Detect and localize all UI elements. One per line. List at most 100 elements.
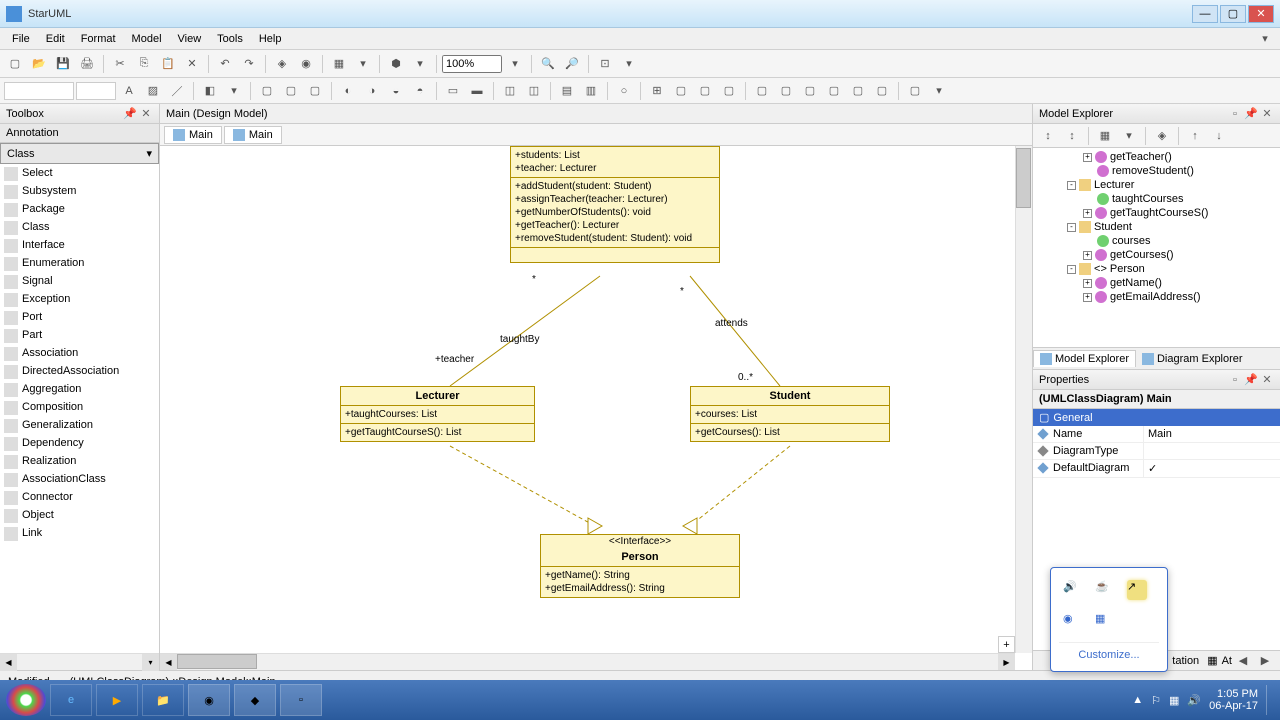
tool-enumeration[interactable]: Enumeration — [0, 254, 159, 272]
expand-icon[interactable]: - — [1067, 265, 1076, 274]
tree-item[interactable]: +getName() — [1035, 276, 1278, 290]
tree-item[interactable]: -Student — [1035, 220, 1278, 234]
tool-icon[interactable]: ◈ — [271, 53, 293, 75]
expand-icon[interactable]: + — [1083, 293, 1092, 302]
task-staruml[interactable]: ◆ — [234, 684, 276, 716]
prop-row[interactable]: DefaultDiagram✓ — [1033, 460, 1280, 478]
panel-btn1-icon[interactable]: ▫ — [1228, 107, 1242, 121]
class-person[interactable]: <<Interface>> Person +getName(): String … — [540, 534, 740, 598]
tool-composition[interactable]: Composition — [0, 398, 159, 416]
tray-vol-icon[interactable]: 🔊 — [1187, 694, 1201, 707]
menu-file[interactable]: File — [4, 30, 38, 48]
filter-dd-icon[interactable]: ▾ — [1118, 125, 1140, 147]
tool-dependency[interactable]: Dependency — [0, 434, 159, 452]
t24-icon[interactable]: ▢ — [871, 80, 893, 102]
tree-item[interactable]: +getEmailAddress() — [1035, 290, 1278, 304]
tool-generalization[interactable]: Generalization — [0, 416, 159, 434]
tool-port[interactable]: Port — [0, 308, 159, 326]
t20-icon[interactable]: ▢ — [775, 80, 797, 102]
t17-icon[interactable]: ▢ — [694, 80, 716, 102]
close-panel-icon[interactable]: ✕ — [139, 107, 153, 121]
tab-icon[interactable]: ▦ — [1207, 654, 1217, 667]
popup-rec-icon[interactable]: ◉ — [1063, 612, 1083, 632]
menu-tools[interactable]: Tools — [209, 30, 251, 48]
tray-date[interactable]: 06-Apr-17 — [1209, 700, 1258, 712]
cut-icon[interactable]: ✂ — [109, 53, 131, 75]
class-top[interactable]: +students: List +teacher: Lecturer +addS… — [510, 146, 720, 263]
task-chrome[interactable]: ◉ — [188, 684, 230, 716]
tray-time[interactable]: 1:05 PM — [1209, 688, 1258, 700]
task-explorer[interactable]: 📁 — [142, 684, 184, 716]
menu-format[interactable]: Format — [73, 30, 124, 48]
section-class[interactable]: Class▾ — [0, 143, 159, 164]
tray-up-icon[interactable]: ▲ — [1132, 694, 1143, 706]
scroll-left-icon[interactable]: ◀ — [0, 654, 17, 671]
zoom-in-icon[interactable]: 🔎 — [561, 53, 583, 75]
pin-icon[interactable]: 📌 — [1244, 373, 1258, 387]
tool-link[interactable]: Link — [0, 524, 159, 542]
sort1-icon[interactable]: ↕ — [1037, 125, 1059, 147]
close-button[interactable]: ✕ — [1248, 5, 1274, 23]
close-panel-icon[interactable]: ✕ — [1260, 373, 1274, 387]
undo-icon[interactable]: ↶ — [214, 53, 236, 75]
tree-item[interactable]: +getTeacher() — [1035, 150, 1278, 164]
up-icon[interactable]: ↑ — [1184, 125, 1206, 147]
tab-model-explorer[interactable]: Model Explorer — [1033, 350, 1136, 367]
popup-vol-icon[interactable]: 🔊 — [1063, 580, 1083, 600]
pin-icon[interactable]: 📌 — [1244, 107, 1258, 121]
tool4-icon[interactable]: ▾ — [352, 53, 374, 75]
tab-at[interactable]: At — [1222, 655, 1232, 667]
fit-icon[interactable]: ⊡ — [594, 53, 616, 75]
t10-icon[interactable]: ◫ — [499, 80, 521, 102]
canvas-tab-main1[interactable]: Main — [164, 126, 222, 144]
align1-icon[interactable]: ◧ — [199, 80, 221, 102]
expand-icon[interactable]: - — [1067, 223, 1076, 232]
t3-icon[interactable]: ▢ — [304, 80, 326, 102]
tool5-icon[interactable]: ⬢ — [385, 53, 407, 75]
tool-package[interactable]: Package — [0, 200, 159, 218]
task-ie[interactable]: e — [50, 684, 92, 716]
tool2-icon[interactable]: ◉ — [295, 53, 317, 75]
canvas[interactable]: +students: List +teacher: Lecturer +addS… — [160, 146, 1032, 670]
task-media[interactable]: ▶ — [96, 684, 138, 716]
t16-icon[interactable]: ▢ — [670, 80, 692, 102]
print-icon[interactable]: 🖨 — [76, 53, 98, 75]
pin-icon[interactable]: 📌 — [123, 107, 137, 121]
redo-icon[interactable]: ↷ — [238, 53, 260, 75]
tree-item[interactable]: removeStudent() — [1035, 164, 1278, 178]
line-color-icon[interactable]: ／ — [166, 80, 188, 102]
t4-icon[interactable]: ◐ — [337, 80, 359, 102]
font-color-icon[interactable]: A — [118, 80, 140, 102]
t7-icon[interactable]: ◓ — [409, 80, 431, 102]
t15-icon[interactable]: ⊞ — [646, 80, 668, 102]
t11-icon[interactable]: ◫ — [523, 80, 545, 102]
open-icon[interactable]: 📂 — [28, 53, 50, 75]
canvas-tab-main2[interactable]: Main — [224, 126, 282, 144]
tool-select[interactable]: Select — [0, 164, 159, 182]
tray-net-icon[interactable]: ▦ — [1169, 694, 1179, 707]
zoom-out-icon[interactable]: 🔍 — [537, 53, 559, 75]
tab-left-icon[interactable]: ◀ — [1232, 650, 1254, 672]
tree-item[interactable]: +getTaughtCourseS() — [1035, 206, 1278, 220]
menu-model[interactable]: Model — [124, 30, 170, 48]
tree-item[interactable]: +getCourses() — [1035, 248, 1278, 262]
t22-icon[interactable]: ▢ — [823, 80, 845, 102]
expand-icon[interactable]: + — [1083, 209, 1092, 218]
fill-color-icon[interactable]: ▨ — [142, 80, 164, 102]
popup-app-icon[interactable]: ▦ — [1095, 612, 1115, 632]
t12-icon[interactable]: ▤ — [556, 80, 578, 102]
font-combo[interactable] — [4, 82, 74, 100]
tool-part[interactable]: Part — [0, 326, 159, 344]
props-group-general[interactable]: ▢General — [1033, 409, 1280, 426]
tool-association[interactable]: Association — [0, 344, 159, 362]
tool6-icon[interactable]: ▾ — [409, 53, 431, 75]
tab-diagram-explorer[interactable]: Diagram Explorer — [1136, 351, 1249, 367]
delete-icon[interactable]: ✕ — [181, 53, 203, 75]
filter-icon[interactable]: ▦ — [1094, 125, 1116, 147]
tool-associationclass[interactable]: AssociationClass — [0, 470, 159, 488]
tool-subsystem[interactable]: Subsystem — [0, 182, 159, 200]
t9-icon[interactable]: ▬ — [466, 80, 488, 102]
align2-icon[interactable]: ▾ — [223, 80, 245, 102]
class-lecturer[interactable]: Lecturer +taughtCourses: List +getTaught… — [340, 386, 535, 442]
explorer-tree[interactable]: +getTeacher()removeStudent()-Lecturertau… — [1033, 148, 1280, 347]
